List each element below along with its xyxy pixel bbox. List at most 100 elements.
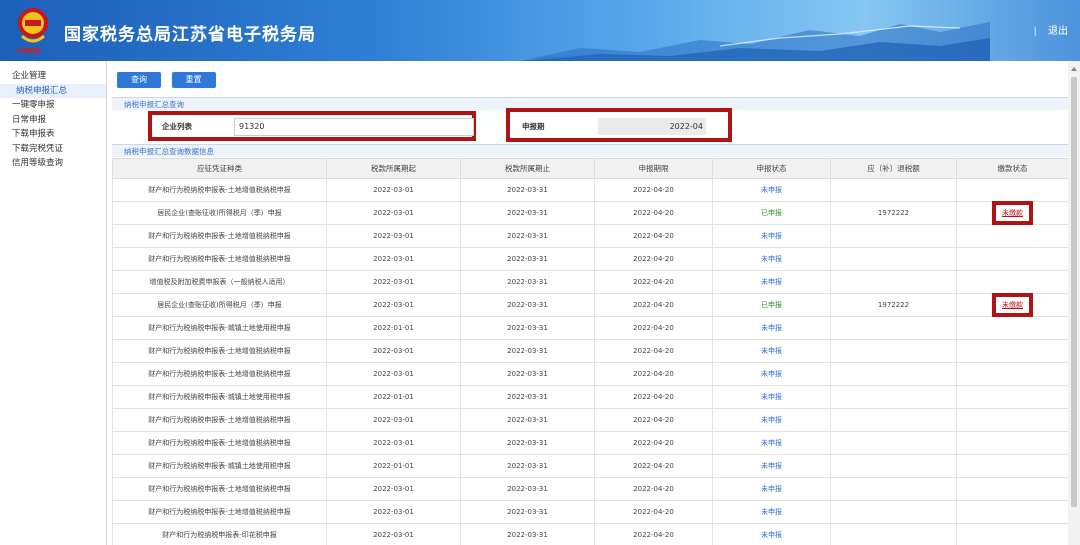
sidebar-item-credit-query[interactable]: 信用等级查询 xyxy=(0,156,106,171)
cell-status: 未申报 xyxy=(712,454,831,478)
vertical-scrollbar[interactable] xyxy=(1068,61,1080,545)
scroll-up-arrow-icon[interactable] xyxy=(1071,67,1077,71)
cell-period-start: 2022-03-01 xyxy=(326,270,461,294)
cell-payment-status xyxy=(956,523,1068,545)
result-section-title: 纳税申报汇总查询数据信息 xyxy=(112,144,1068,157)
status-text: 未申报 xyxy=(761,531,782,539)
sidebar-item-download-forms[interactable]: 下载申报表 xyxy=(0,127,106,142)
cell-voucher-type: 居民企业(查账征收)所得税月（季）申报 xyxy=(112,293,327,317)
cell-tax-amount xyxy=(830,454,957,478)
cell-status: 未申报 xyxy=(712,224,831,248)
period-input[interactable]: 2022-04 xyxy=(598,118,706,135)
cell-period-start: 2022-03-01 xyxy=(326,224,461,248)
cell-status: 已申报 xyxy=(712,293,831,317)
cell-voucher-type: 财产和行为税纳税申报表-城镇土地使用税申报 xyxy=(112,316,327,340)
cell-voucher-type: 财产和行为税纳税申报表-土地增值税纳税申报 xyxy=(112,178,327,202)
status-text: 未申报 xyxy=(761,324,782,332)
table-row: 财产和行为税纳税申报表-土地增值税纳税申报 2022-03-01 2022-03-3… xyxy=(112,339,1068,363)
table-row: 财产和行为税纳税申报表-土地增值税纳税申报 2022-03-01 2022-03-3… xyxy=(112,362,1068,386)
cell-period-end: 2022-03-31 xyxy=(460,477,595,501)
status-text: 未申报 xyxy=(761,255,782,263)
cell-deadline: 2022-04-20 xyxy=(594,408,713,432)
table-row: 财产和行为税纳税申报表-土地增值税纳税申报 2022-03-01 2022-03-3… xyxy=(112,178,1068,202)
cell-payment-status xyxy=(956,362,1068,386)
cell-period-start: 2022-03-01 xyxy=(326,178,461,202)
company-input[interactable]: 91320 xyxy=(234,118,474,136)
sidebar-item-download-certificates[interactable]: 下载完税凭证 xyxy=(0,142,106,157)
cell-payment-status xyxy=(956,247,1068,271)
cell-payment-status xyxy=(956,270,1068,294)
unpaid-link[interactable]: 未缴款 xyxy=(1002,209,1023,217)
table-row: 财产和行为税纳税申报表-土地增值税纳税申报 2022-03-01 2022-03-3… xyxy=(112,224,1068,248)
sidebar-item-daily-declaration[interactable]: 日常申报 xyxy=(0,113,106,128)
cell-status: 未申报 xyxy=(712,178,831,202)
cell-tax-amount xyxy=(830,500,957,524)
unpaid-link[interactable]: 未缴款 xyxy=(1002,301,1023,309)
sidebar-item-company-management[interactable]: 企业管理 xyxy=(0,69,106,84)
table-row: 财产和行为税纳税申报表-土地增值税纳税申报 2022-03-01 2022-03-3… xyxy=(112,500,1068,524)
cell-status: 已申报 xyxy=(712,201,831,225)
query-button[interactable]: 查询 xyxy=(117,72,161,88)
main-content: 查询 重置 纳税申报汇总查询 企业列表 91320 申报期 2022-04 纳税… xyxy=(112,61,1068,545)
status-text: 未申报 xyxy=(761,393,782,401)
table-header-row: 应征凭证种类 税款所属期起 税款所属期止 申报期限 申报状态 应（补）退税额 缴… xyxy=(112,158,1068,179)
cell-status: 未申报 xyxy=(712,408,831,432)
logout-link[interactable]: 退出 xyxy=(1048,26,1068,37)
cell-tax-amount xyxy=(830,270,957,294)
cell-tax-amount: 1972222 xyxy=(830,201,957,225)
cell-voucher-type: 财产和行为税纳税申报表-土地增值税纳税申报 xyxy=(112,362,327,386)
cell-period-end: 2022-03-31 xyxy=(460,500,595,524)
cell-period-end: 2022-03-31 xyxy=(460,339,595,363)
cell-tax-amount xyxy=(830,362,957,386)
col-header-tax-amount: 应（补）退税额 xyxy=(830,158,957,179)
table-row: 财产和行为税纳税申报表-印花税申报 2022-03-01 2022-03-31 202… xyxy=(112,523,1068,545)
cell-period-start: 2022-03-01 xyxy=(326,293,461,317)
status-text: 未申报 xyxy=(761,462,782,470)
summary-table: 应征凭证种类 税款所属期起 税款所属期止 申报期限 申报状态 应（补）退税额 缴… xyxy=(112,158,1068,545)
col-header-period-start: 税款所属期起 xyxy=(326,158,461,179)
scrollbar-thumb[interactable] xyxy=(1071,77,1077,507)
cell-voucher-type: 财产和行为税纳税申报表-印花税申报 xyxy=(112,523,327,545)
table-row: 财产和行为税纳税申报表-城镇土地使用税申报 2022-01-01 2022-03-3… xyxy=(112,316,1068,340)
cell-period-start: 2022-03-01 xyxy=(326,500,461,524)
app-header: 中国税务 国家税务总局江苏省电子税务局 | 退出 xyxy=(0,0,1080,61)
payment-status-highlight: 未缴款 xyxy=(992,201,1033,225)
reset-button[interactable]: 重置 xyxy=(171,72,216,88)
cell-payment-status xyxy=(956,477,1068,501)
cell-payment-status xyxy=(956,431,1068,455)
col-header-period-end: 税款所属期止 xyxy=(460,158,595,179)
cell-status: 未申报 xyxy=(712,477,831,501)
cell-voucher-type: 财产和行为税纳税申报表-土地增值税纳税申报 xyxy=(112,247,327,271)
cell-tax-amount xyxy=(830,316,957,340)
table-row: 财产和行为税纳税申报表-城镇土地使用税申报 2022-01-01 2022-03-3… xyxy=(112,385,1068,409)
cell-voucher-type: 财产和行为税纳税申报表-土地增值税纳税申报 xyxy=(112,339,327,363)
cell-deadline: 2022-04-20 xyxy=(594,339,713,363)
cell-tax-amount xyxy=(830,247,957,271)
col-header-status: 申报状态 xyxy=(712,158,831,179)
status-text: 未申报 xyxy=(761,439,782,447)
sidebar-nav: 企业管理 纳税申报汇总 一键零申报 日常申报 下载申报表 下载完税凭证 信用等级… xyxy=(0,61,107,545)
cell-period-start: 2022-01-01 xyxy=(326,454,461,478)
toolbar: 查询 重置 xyxy=(117,72,224,88)
status-text: 未申报 xyxy=(761,232,782,240)
sidebar-item-tax-summary[interactable]: 纳税申报汇总 xyxy=(0,83,106,98)
site-title: 国家税务总局江苏省电子税务局 xyxy=(64,25,316,45)
table-body: 财产和行为税纳税申报表-土地增值税纳税申报 2022-03-01 2022-03-3… xyxy=(112,178,1068,545)
cell-period-start: 2022-03-01 xyxy=(326,201,461,225)
col-header-payment-status: 缴款状态 xyxy=(956,158,1068,179)
cell-tax-amount xyxy=(830,178,957,202)
cell-status: 未申报 xyxy=(712,500,831,524)
status-text: 已申报 xyxy=(761,209,782,217)
cell-period-end: 2022-03-31 xyxy=(460,362,595,386)
emblem-caption: 中国税务 xyxy=(17,48,42,55)
cell-voucher-type: 居民企业(查账征收)所得税月（季）申报 xyxy=(112,201,327,225)
cell-payment-status xyxy=(956,500,1068,524)
cell-payment-status xyxy=(956,408,1068,432)
cell-status: 未申报 xyxy=(712,339,831,363)
great-wall-banner xyxy=(520,22,990,61)
cell-tax-amount xyxy=(830,477,957,501)
cell-payment-status xyxy=(956,224,1068,248)
sidebar-item-zero-declaration[interactable]: 一键零申报 xyxy=(0,98,106,113)
cell-period-start: 2022-03-01 xyxy=(326,247,461,271)
filter-bar: 企业列表 91320 申报期 2022-04 xyxy=(112,108,1068,142)
